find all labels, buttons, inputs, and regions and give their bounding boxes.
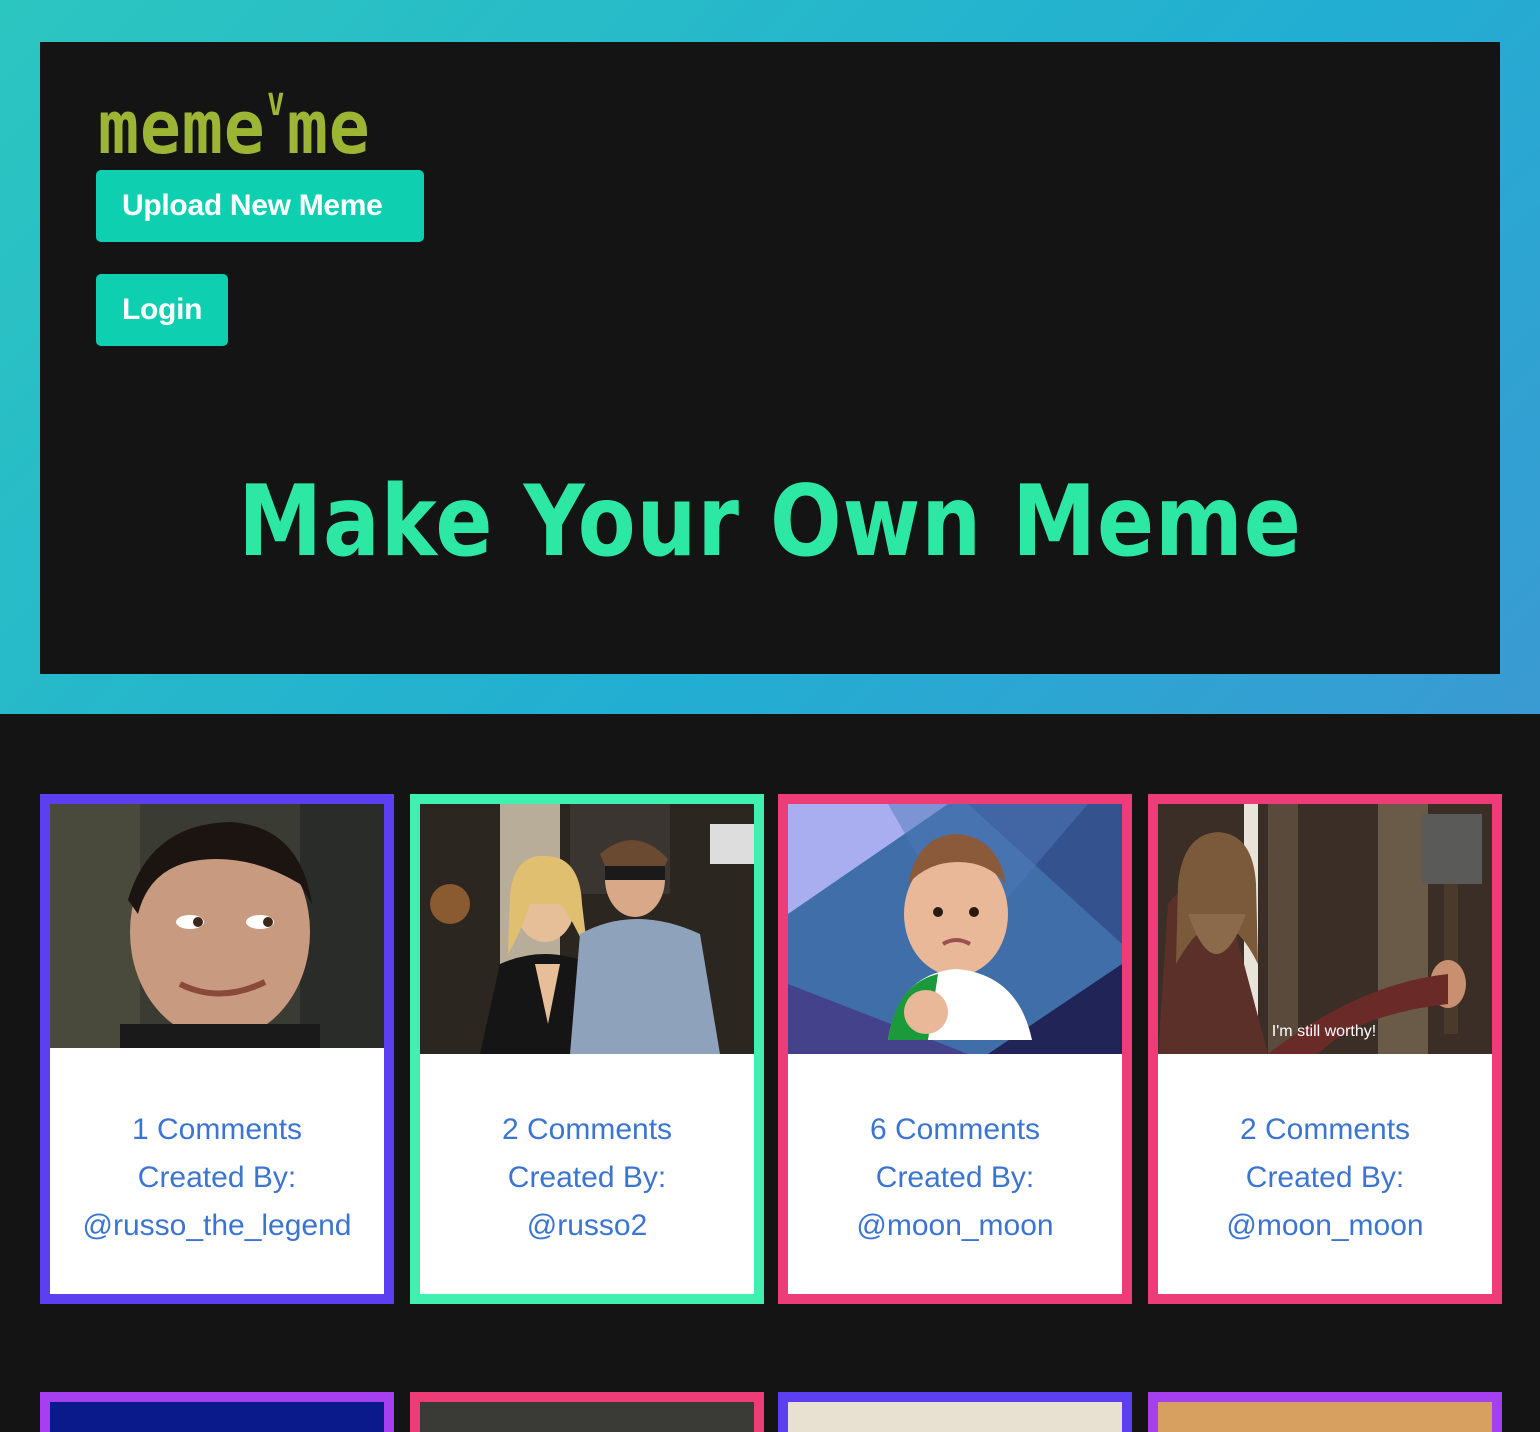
meme-info: 1 Comments Created By: @russo_the_legend xyxy=(50,1106,384,1250)
comments-link[interactable]: 6 Comments xyxy=(788,1106,1122,1154)
meme-caption: I'm still worthy! xyxy=(1272,1023,1376,1040)
success-kid-image[interactable] xyxy=(788,804,1122,1054)
meme-card[interactable]: 6 Comments Created By: @moon_moon xyxy=(778,794,1132,1304)
bearded-man-hammer-image[interactable]: I'm still worthy! xyxy=(1158,804,1492,1054)
site-logo[interactable]: memeVme xyxy=(98,66,371,168)
created-by-label: Created By: xyxy=(875,1161,1035,1194)
created-by-label: Created By: xyxy=(137,1161,297,1194)
meme-card[interactable]: 1 Comments Created By: @russo_the_legend xyxy=(40,794,394,1304)
hero-frame: memeVme Upload New Meme Login Make Your … xyxy=(0,0,1540,714)
smirking-man-image[interactable] xyxy=(50,804,384,1054)
creator-username[interactable]: @moon_moon xyxy=(1158,1202,1492,1250)
meme-info: 6 Comments Created By: @moon_moon xyxy=(788,1106,1122,1250)
meme-thumbnail[interactable] xyxy=(1158,1402,1492,1432)
meme-thumbnail[interactable] xyxy=(420,1402,754,1432)
created-by-label: Created By: xyxy=(507,1161,667,1194)
meme-thumbnail[interactable] xyxy=(50,1402,384,1432)
meme-card[interactable]: 2 Comments Created By: @russo2 xyxy=(410,794,764,1304)
meme-card[interactable] xyxy=(1148,1392,1502,1432)
meme-info: 2 Comments Created By: @russo2 xyxy=(420,1106,754,1250)
comments-link[interactable]: 2 Comments xyxy=(1158,1106,1492,1154)
couple-photo-image[interactable] xyxy=(420,804,754,1054)
logo-text-right: me xyxy=(286,85,371,171)
hero-panel: memeVme Upload New Meme Login Make Your … xyxy=(40,42,1500,674)
created-by-label: Created By: xyxy=(1245,1161,1405,1194)
logo-text-left: meme xyxy=(98,85,266,171)
comments-link[interactable]: 2 Comments xyxy=(420,1106,754,1154)
meme-info: 2 Comments Created By: @moon_moon xyxy=(1158,1106,1492,1250)
creator-username[interactable]: @russo_the_legend xyxy=(50,1202,384,1250)
meme-card[interactable] xyxy=(778,1392,1132,1432)
meme-thumbnail[interactable] xyxy=(788,1402,1122,1432)
meme-card[interactable] xyxy=(410,1392,764,1432)
upload-new-meme-button[interactable]: Upload New Meme xyxy=(96,170,424,242)
creator-username[interactable]: @moon_moon xyxy=(788,1202,1122,1250)
meme-card[interactable]: I'm still worthy! 2 Comments Created By:… xyxy=(1148,794,1502,1304)
logo-sup: V xyxy=(267,88,286,123)
creator-username[interactable]: @russo2 xyxy=(420,1202,754,1250)
page-headline: Make Your Own Meme xyxy=(238,465,1302,579)
meme-card[interactable] xyxy=(40,1392,394,1432)
comments-link[interactable]: 1 Comments xyxy=(50,1106,384,1154)
login-button[interactable]: Login xyxy=(96,274,228,346)
